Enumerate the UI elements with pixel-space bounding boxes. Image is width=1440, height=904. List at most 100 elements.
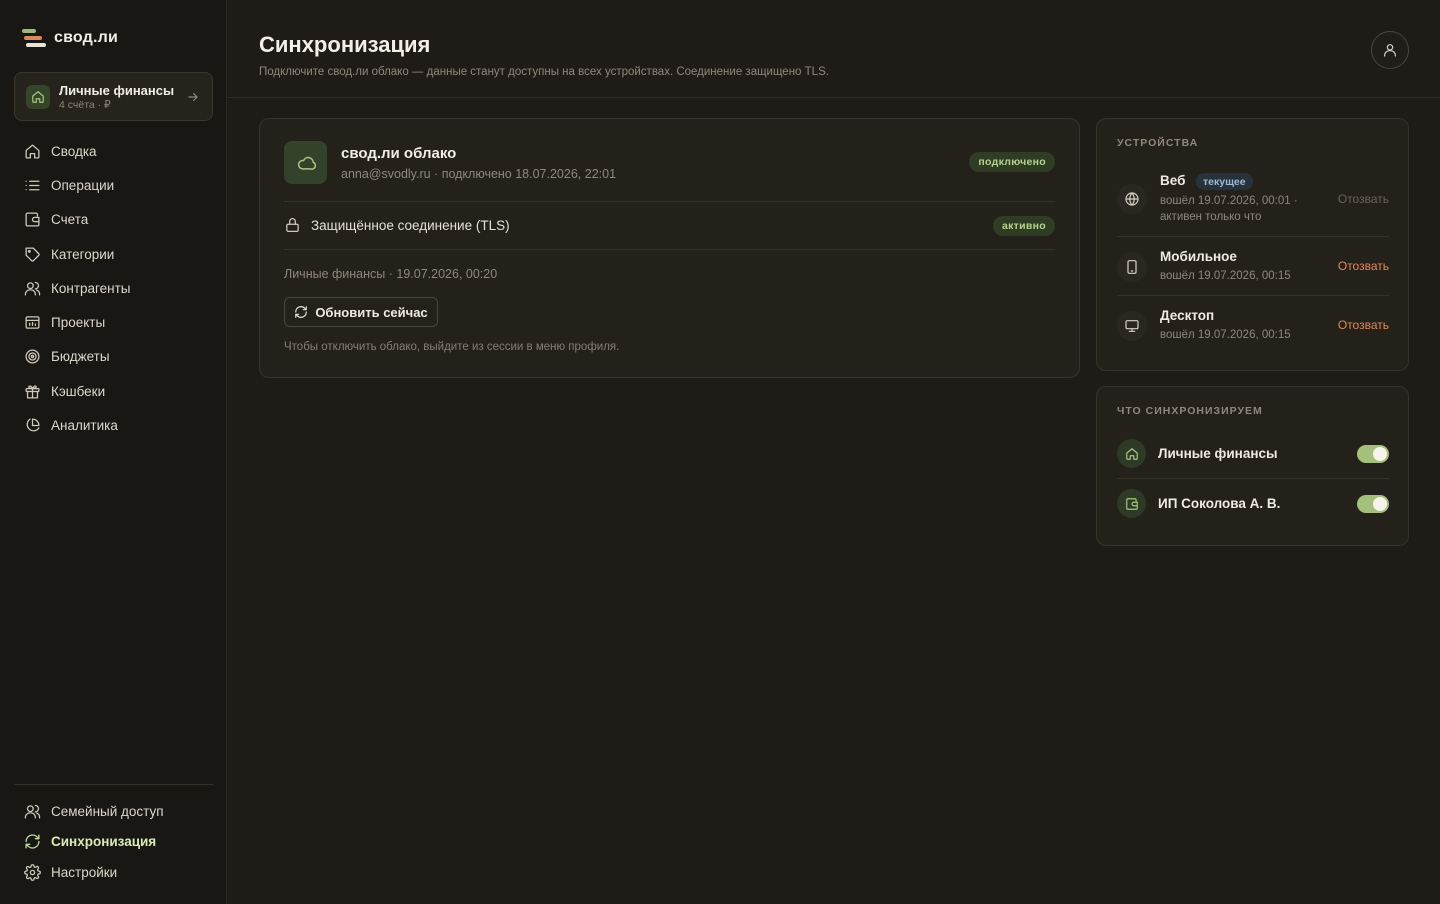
revoke-button[interactable]: Отозвать — [1338, 192, 1389, 206]
tag-icon — [23, 245, 41, 263]
logo-icon — [22, 28, 46, 48]
sidebar-item-projects[interactable]: Проекты — [14, 305, 213, 339]
target-icon — [23, 348, 41, 366]
sync-row-business: ИП Соколова А. В. — [1117, 489, 1389, 519]
tls-status-badge: активно — [992, 216, 1055, 236]
home-icon — [1117, 439, 1146, 468]
cloud-icon — [284, 141, 327, 184]
monitor-icon — [1117, 311, 1147, 341]
devices-label: УСТРОЙСТВА — [1117, 137, 1199, 149]
wallet-icon — [1117, 489, 1146, 518]
refresh-icon — [294, 305, 308, 319]
lock-icon — [284, 216, 301, 234]
bottom-nav: Семейный доступ Синхронизация Настройки — [14, 796, 213, 888]
sync-now-label: Обновить сейчас — [315, 304, 428, 320]
tls-label: Защищённое соединение (TLS) — [311, 218, 510, 233]
device-name: Десктоп — [1160, 308, 1215, 323]
disconnect-hint: Чтобы отключить облако, выйдите из сесси… — [284, 341, 620, 353]
service-name: свод.ли облако — [341, 145, 457, 162]
sidebar-item-counterparties[interactable]: Контрагенты — [14, 271, 213, 305]
divider — [284, 201, 1055, 202]
main-nav: Сводка Операции Счета Категории Контраге… — [14, 134, 213, 443]
workspace-name: Личные финансы — [59, 82, 175, 98]
device-meta: вошёл 19.07.2026, 00:01 · активен только… — [1160, 195, 1298, 223]
divider — [1117, 236, 1389, 237]
sync-targets-label: ЧТО СИНХРОНИЗИРУЕМ — [1117, 405, 1263, 417]
sidebar-item-analytics[interactable]: Аналитика — [14, 408, 213, 442]
sidebar-item-label: Семейный доступ — [51, 803, 164, 819]
logo[interactable]: свод.ли — [22, 28, 118, 48]
service-meta: anna@svodly.ru · подключено 18.07.2026, … — [341, 167, 617, 181]
sidebar-item-label: Счета — [51, 212, 89, 228]
sidebar-item-settings[interactable]: Настройки — [14, 857, 213, 888]
sidebar-item-label: Категории — [51, 246, 115, 262]
users-icon — [23, 279, 41, 297]
sidebar-item-label: Аналитика — [51, 418, 118, 434]
page-header: Синхронизация Подключите свод.ли облако … — [227, 0, 1440, 98]
current-device-tag: текущее — [1196, 173, 1253, 190]
users-icon — [23, 802, 41, 820]
status-badge: подключено — [969, 152, 1055, 172]
gear-icon — [23, 863, 41, 881]
sync-toggle[interactable] — [1357, 495, 1389, 513]
device-name: Веб — [1160, 173, 1186, 188]
gift-icon — [23, 382, 41, 400]
device-meta: вошёл 19.07.2026, 00:15 — [1160, 270, 1291, 282]
home-icon — [23, 142, 41, 160]
sidebar-item-operations[interactable]: Операции — [14, 168, 213, 202]
device-row-desktop: Десктоп вошёл 19.07.2026, 00:15 Отозвать — [1117, 308, 1389, 348]
device-row-web: Веб текущее вошёл 19.07.2026, 00:01 · ак… — [1117, 173, 1389, 229]
wallet-icon — [23, 211, 41, 229]
devices-card: УСТРОЙСТВА Веб текущее вошёл 19.07.2026,… — [1096, 118, 1409, 371]
sidebar-item-label: Проекты — [51, 315, 106, 331]
divider — [284, 249, 1055, 250]
toggle-knob — [1373, 447, 1387, 461]
sidebar-item-family-access[interactable]: Семейный доступ — [14, 796, 213, 827]
sync-now-button[interactable]: Обновить сейчас — [284, 297, 438, 327]
sidebar-divider — [14, 784, 213, 785]
sync-toggle[interactable] — [1357, 445, 1389, 463]
last-sync-info: Личные финансы · 19.07.2026, 00:20 — [284, 267, 498, 281]
toggle-knob — [1373, 497, 1387, 511]
folder-icon — [23, 314, 41, 332]
sidebar-item-accounts[interactable]: Счета — [14, 203, 213, 237]
globe-icon — [1117, 184, 1147, 214]
sidebar-item-summary[interactable]: Сводка — [14, 134, 213, 168]
cloud-card: свод.ли облако anna@svodly.ru · подключе… — [259, 118, 1080, 378]
sidebar-item-label: Настройки — [51, 864, 118, 880]
device-meta: вошёл 19.07.2026, 00:15 — [1160, 329, 1291, 341]
sidebar-item-label: Контрагенты — [51, 280, 131, 296]
sidebar-item-budgets[interactable]: Бюджеты — [14, 340, 213, 374]
divider — [1117, 295, 1389, 296]
profile-button[interactable] — [1371, 31, 1409, 69]
device-row-mobile: Мобильное вошёл 19.07.2026, 00:15 Отозва… — [1117, 249, 1389, 289]
revoke-button[interactable]: Отозвать — [1338, 318, 1389, 332]
home-icon — [26, 84, 50, 109]
arrow-right-icon — [186, 90, 200, 104]
user-icon — [1382, 42, 1398, 58]
page-subtitle: Подключите свод.ли облако — данные стану… — [259, 66, 829, 78]
sidebar-item-label: Бюджеты — [51, 349, 110, 365]
sidebar-item-label: Операции — [51, 177, 115, 193]
sync-target-name: ИП Соколова А. В. — [1158, 496, 1281, 511]
phone-icon — [1117, 252, 1147, 282]
sidebar-item-label: Кэшбеки — [51, 383, 106, 399]
pie-chart-icon — [23, 417, 41, 435]
revoke-button[interactable]: Отозвать — [1338, 259, 1389, 273]
workspace-sub: 4 счёта · ₽ — [59, 98, 111, 111]
device-name: Мобильное — [1160, 249, 1237, 264]
sidebar-item-categories[interactable]: Категории — [14, 237, 213, 271]
sync-target-name: Личные финансы — [1158, 446, 1278, 461]
sidebar-item-label: Сводка — [51, 143, 97, 159]
sidebar: свод.ли Личные финансы 4 счёта · ₽ Сводк… — [0, 0, 227, 904]
logo-text: свод.ли — [54, 29, 119, 46]
sync-targets-card: ЧТО СИНХРОНИЗИРУЕМ Личные финансы ИП Сок… — [1096, 386, 1409, 546]
page-title: Синхронизация — [259, 32, 431, 57]
sidebar-item-label: Синхронизация — [51, 834, 157, 850]
list-icon — [23, 176, 41, 194]
divider — [1117, 478, 1389, 479]
sync-row-personal: Личные финансы — [1117, 439, 1389, 469]
sidebar-item-cashback[interactable]: Кэшбеки — [14, 374, 213, 408]
workspace-switcher[interactable]: Личные финансы 4 счёта · ₽ — [14, 72, 213, 121]
sidebar-item-sync[interactable]: Синхронизация — [14, 827, 213, 858]
